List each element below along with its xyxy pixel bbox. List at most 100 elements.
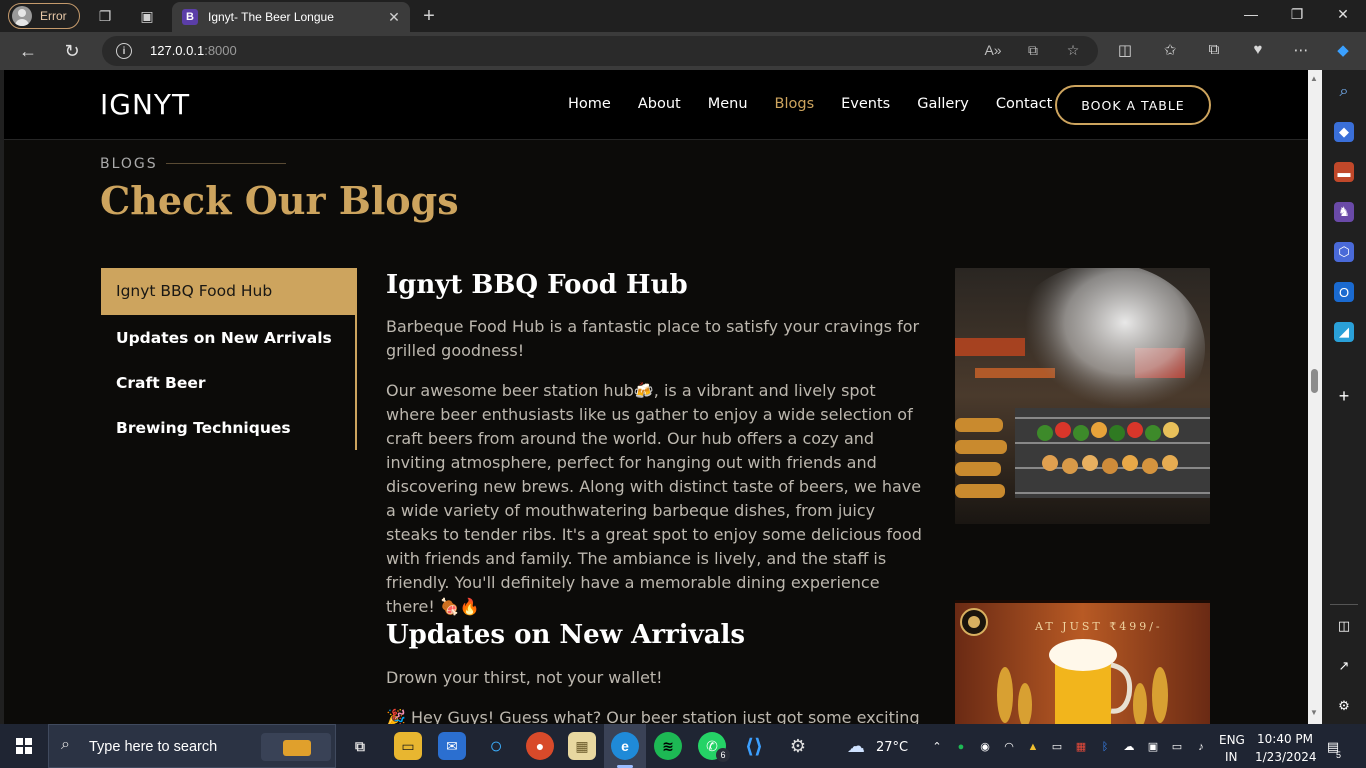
chrome-icon[interactable]: ● bbox=[526, 732, 554, 760]
app-icon[interactable]: ▦ bbox=[568, 732, 596, 760]
scroll-up-icon[interactable]: ▲ bbox=[1310, 74, 1318, 83]
outlook-icon[interactable]: O bbox=[1334, 282, 1354, 302]
microsoft-365-icon[interactable]: ⬡ bbox=[1334, 242, 1354, 262]
minimize-icon[interactable]: — bbox=[1241, 6, 1261, 22]
weather-cloud-icon[interactable]: ☁ bbox=[842, 732, 870, 760]
vscode-icon[interactable]: ⟨⟩ bbox=[740, 732, 768, 760]
url-text[interactable]: 127.0.0.1:8000 bbox=[150, 43, 237, 58]
post-title: Updates on New Arrivals bbox=[386, 620, 746, 650]
hide-sidebar-icon[interactable]: ◫ bbox=[1334, 616, 1354, 636]
whatsapp-badge: 6 bbox=[716, 748, 730, 762]
site-info-icon[interactable]: i bbox=[116, 43, 132, 59]
tab-actions-icon[interactable]: ▣ bbox=[138, 7, 156, 25]
blog-tab-craft-beer[interactable]: Craft Beer bbox=[101, 360, 355, 405]
tab-title: Ignyt- The Beer Longue bbox=[208, 10, 334, 24]
collections-icon[interactable]: ⧉ bbox=[1204, 41, 1224, 58]
nav-home[interactable]: Home bbox=[568, 96, 611, 112]
nav-contact[interactable]: Contact bbox=[996, 96, 1052, 112]
restore-icon[interactable]: ❐ bbox=[1287, 6, 1307, 23]
back-arrow-icon[interactable]: ← bbox=[17, 40, 39, 62]
sidebar-divider bbox=[1330, 604, 1358, 605]
site-logo[interactable]: IGNYT bbox=[100, 88, 190, 121]
immersive-reader-icon[interactable]: ⧉ bbox=[1024, 42, 1042, 59]
shopping-tag-icon[interactable]: ◆ bbox=[1334, 122, 1354, 142]
language-region[interactable]: IN bbox=[1225, 750, 1238, 764]
taskbar-search-box[interactable]: ⌕ Type here to search bbox=[48, 724, 336, 768]
browser-tab-strip: Error ❐ ▣ B Ignyt- The Beer Longue ✕ + —… bbox=[0, 0, 1366, 32]
nav-events[interactable]: Events bbox=[841, 96, 890, 112]
profile-button[interactable]: Error bbox=[8, 3, 80, 29]
file-explorer-icon[interactable]: ▭ bbox=[394, 732, 422, 760]
security-icon[interactable]: ▦ bbox=[1074, 740, 1088, 754]
battery-icon[interactable]: ▭ bbox=[1170, 740, 1184, 754]
language-code[interactable]: ENG bbox=[1219, 733, 1245, 747]
search-icon[interactable]: ⌕ bbox=[1334, 82, 1354, 102]
google-drive-icon[interactable]: ▲ bbox=[1026, 740, 1040, 754]
close-tab-icon[interactable]: ✕ bbox=[384, 9, 404, 26]
cortana-icon[interactable]: ○ bbox=[482, 732, 510, 760]
nav-gallery[interactable]: Gallery bbox=[917, 96, 969, 112]
discord-icon[interactable]: ◉ bbox=[978, 740, 992, 754]
open-external-icon[interactable]: ↗ bbox=[1334, 656, 1354, 676]
browser-essentials-icon[interactable]: ♥ bbox=[1248, 41, 1268, 58]
add-sidebar-app-icon[interactable]: + bbox=[1334, 386, 1354, 406]
nav-menu[interactable]: Menu bbox=[708, 96, 748, 112]
favorites-icon[interactable]: ✩ bbox=[1160, 41, 1180, 59]
section-label: BLOGS bbox=[100, 156, 158, 172]
cloud-sync-icon[interactable]: ☁ bbox=[1122, 740, 1136, 754]
task-view-icon[interactable]: ⧉ bbox=[346, 732, 374, 760]
read-aloud-icon[interactable]: A» bbox=[984, 42, 1002, 58]
blog-tab-new-arrivals[interactable]: Updates on New Arrivals bbox=[101, 315, 355, 360]
search-icon: ⌕ bbox=[61, 736, 70, 753]
edge-icon[interactable]: e bbox=[611, 732, 639, 760]
post-body: Our awesome beer station hub🍻, is a vibr… bbox=[386, 381, 922, 616]
show-hidden-icons-icon[interactable]: ⌃ bbox=[930, 740, 944, 754]
favorite-star-icon[interactable]: ☆ bbox=[1064, 42, 1082, 59]
mail-icon[interactable]: ✉ bbox=[438, 732, 466, 760]
more-menu-icon[interactable]: ⋯ bbox=[1291, 41, 1311, 59]
search-placeholder: Type here to search bbox=[89, 739, 218, 755]
windows-start-icon[interactable] bbox=[16, 738, 32, 754]
display-icon[interactable]: ▭ bbox=[1050, 740, 1064, 754]
clock-time[interactable]: 10:40 PM bbox=[1257, 732, 1313, 746]
nav-blogs[interactable]: Blogs bbox=[775, 96, 815, 112]
bootstrap-favicon-icon: B bbox=[182, 9, 198, 25]
refresh-icon[interactable]: ↻ bbox=[61, 40, 83, 62]
page-scrollbar[interactable]: ▲ ▼ bbox=[1308, 70, 1322, 724]
search-highlight-icon bbox=[261, 733, 331, 761]
workspaces-icon[interactable]: ❐ bbox=[96, 7, 114, 25]
spotify-icon[interactable]: ≋ bbox=[654, 732, 682, 760]
blog-tab-brewing-techniques[interactable]: Brewing Techniques bbox=[101, 405, 355, 450]
settings-gear-icon[interactable]: ⚙ bbox=[784, 732, 812, 760]
volume-icon[interactable]: ♪ bbox=[1194, 740, 1208, 754]
network-icon[interactable]: ◠ bbox=[1002, 740, 1016, 754]
close-window-icon[interactable]: ✕ bbox=[1333, 6, 1353, 23]
games-icon[interactable]: ♞ bbox=[1334, 202, 1354, 222]
new-tab-icon[interactable]: + bbox=[420, 5, 438, 27]
tools-briefcase-icon[interactable]: ▬ bbox=[1334, 162, 1354, 182]
nav-about[interactable]: About bbox=[638, 96, 681, 112]
meet-now-icon[interactable]: ▣ bbox=[1146, 740, 1160, 754]
copilot-icon[interactable]: ◆ bbox=[1333, 41, 1353, 59]
split-screen-icon[interactable]: ◫ bbox=[1115, 41, 1135, 59]
sidebar-settings-gear-icon[interactable]: ⚙ bbox=[1334, 696, 1354, 716]
book-table-button[interactable]: BOOK A TABLE bbox=[1055, 85, 1211, 125]
spotify-tray-icon[interactable]: ● bbox=[954, 740, 968, 754]
scroll-down-icon[interactable]: ▼ bbox=[1310, 708, 1318, 717]
post-title: Ignyt BBQ Food Hub bbox=[386, 270, 688, 300]
address-bar[interactable]: i 127.0.0.1:8000 A» ⧉ ☆ bbox=[102, 36, 1098, 66]
blog-tabs: Ignyt BBQ Food Hub Updates on New Arriva… bbox=[101, 268, 357, 450]
notification-count: 5 bbox=[1336, 750, 1342, 760]
blog-tab-bbq-food-hub[interactable]: Ignyt BBQ Food Hub bbox=[101, 268, 355, 315]
tab-ignyt[interactable]: B Ignyt- The Beer Longue ✕ bbox=[172, 2, 410, 32]
main-nav: Home About Menu Blogs Events Gallery Con… bbox=[568, 96, 1052, 112]
clock-date[interactable]: 1/23/2024 bbox=[1255, 750, 1317, 764]
bluetooth-icon[interactable]: ᛒ bbox=[1098, 740, 1112, 754]
post-intro: Barbeque Food Hub is a fantastic place t… bbox=[386, 317, 920, 360]
poster-price-text: AT JUST ₹499/- bbox=[1035, 620, 1163, 633]
beer-offer-poster: AT JUST ₹499/- bbox=[955, 600, 1210, 724]
scrollbar-thumb[interactable] bbox=[1311, 369, 1318, 393]
drop-icon[interactable]: ◢ bbox=[1334, 322, 1354, 342]
weather-temp[interactable]: 27°C bbox=[876, 740, 908, 755]
windows-taskbar: ⌕ Type here to search ⧉ ▭ ✉ ○ ● ▦ e ≋ ✆ … bbox=[0, 724, 1366, 768]
